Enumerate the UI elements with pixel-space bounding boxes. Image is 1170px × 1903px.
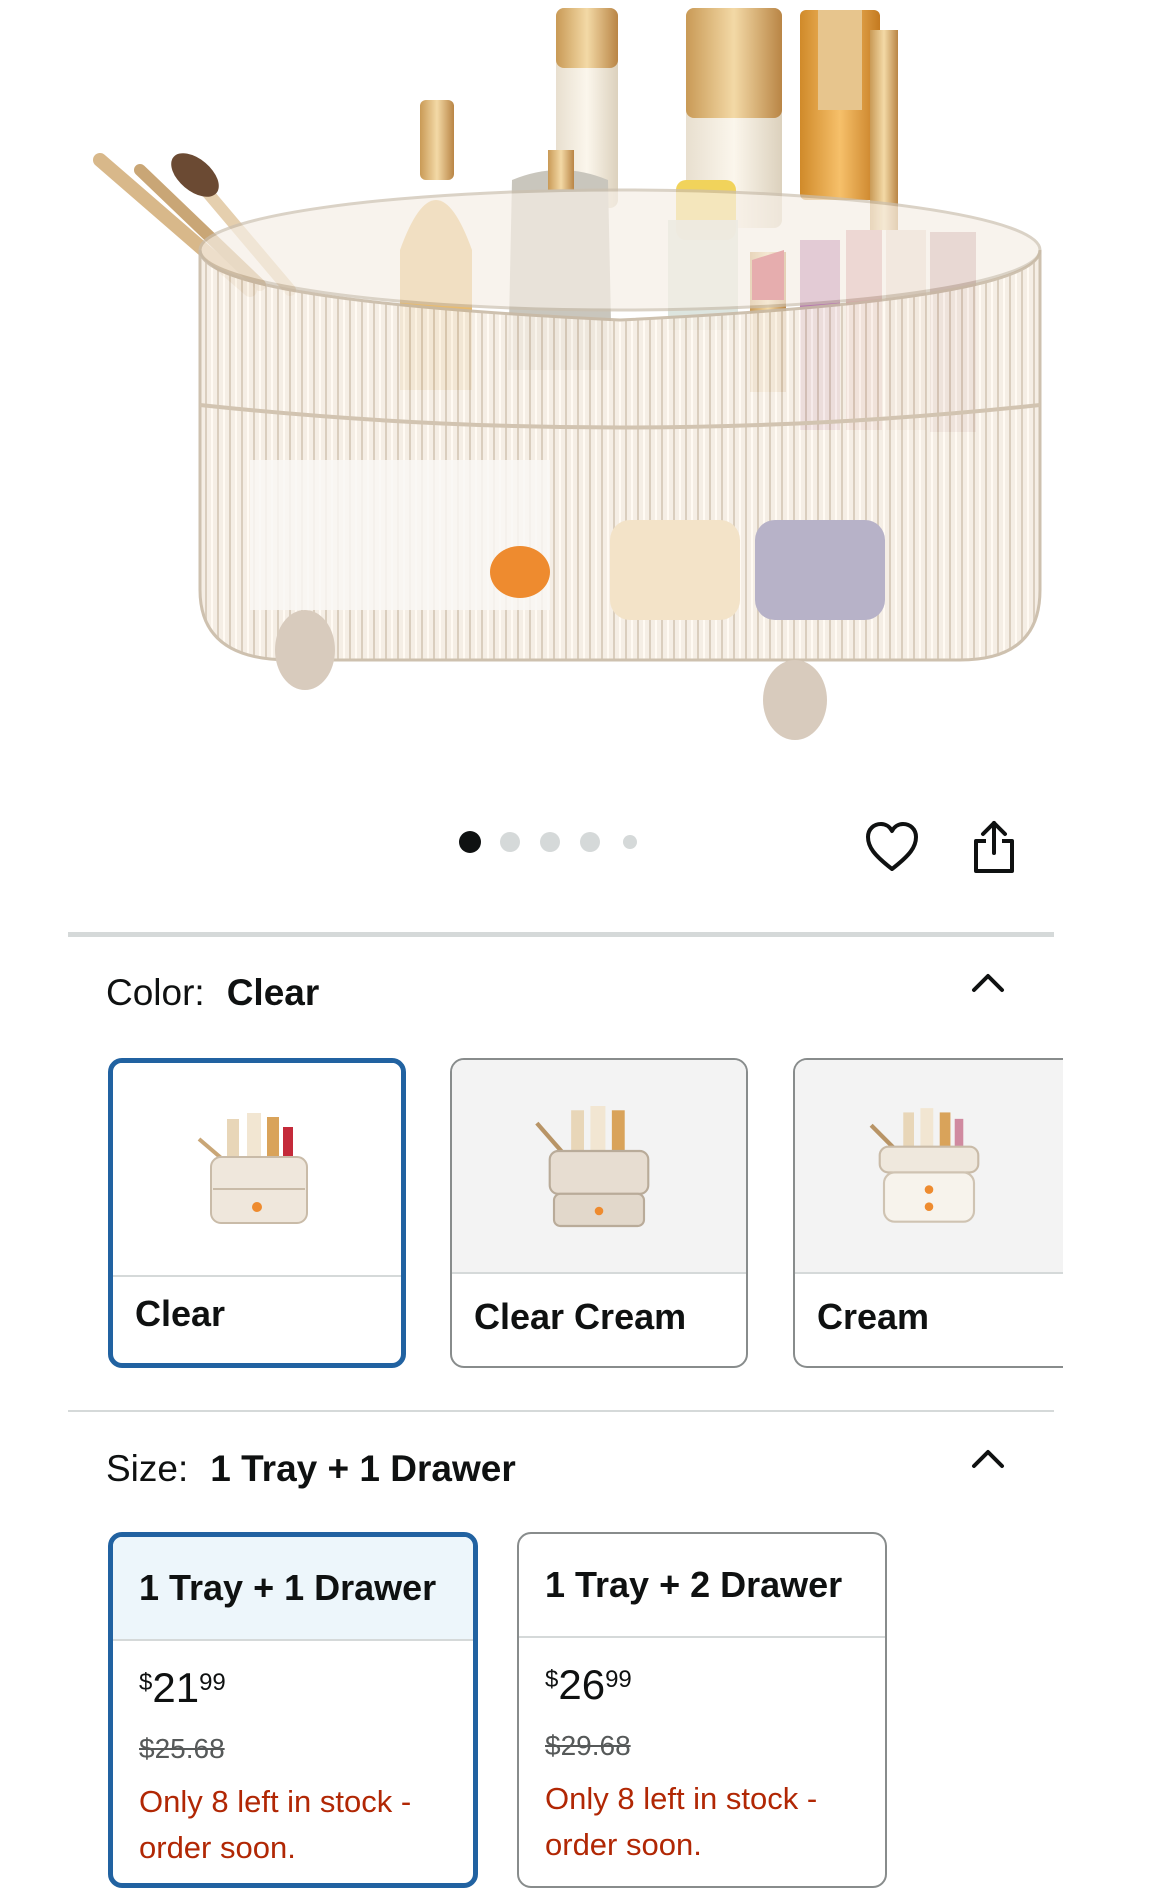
swatch-thumbnail bbox=[795, 1060, 1063, 1274]
share-button[interactable] bbox=[962, 815, 1026, 879]
carousel-dot[interactable] bbox=[540, 832, 560, 852]
size-option-label: 1 Tray + 1 Drawer bbox=[113, 1537, 473, 1641]
carousel-dot-active[interactable] bbox=[459, 831, 481, 853]
wishlist-button[interactable] bbox=[860, 815, 924, 879]
carousel-dot[interactable] bbox=[580, 832, 600, 852]
price: $ 21 99 bbox=[139, 1665, 226, 1711]
price-symbol: $ bbox=[139, 1669, 153, 1696]
color-selector-label: Color: Clear bbox=[106, 972, 319, 1014]
price-whole: 21 bbox=[152, 1664, 200, 1711]
color-selected-value: Clear bbox=[226, 972, 320, 1013]
list-price: $29.68 bbox=[545, 1730, 631, 1761]
swatch-thumbnail bbox=[113, 1063, 401, 1277]
size-selected-value: 1 Tray + 1 Drawer bbox=[210, 1448, 516, 1489]
size-option-label: 1 Tray + 2 Drawer bbox=[519, 1534, 885, 1638]
heart-outline-icon bbox=[866, 822, 918, 871]
price: $ 26 99 bbox=[545, 1662, 632, 1708]
color-option-label: Clear bbox=[135, 1293, 226, 1334]
size-selector-label: Size: 1 Tray + 1 Drawer bbox=[106, 1448, 516, 1490]
color-option-clear-cream[interactable]: Clear Cream bbox=[450, 1058, 748, 1368]
list-price: $25.68 bbox=[139, 1733, 225, 1764]
chevron-up-icon[interactable] bbox=[968, 966, 1008, 996]
color-option-cream[interactable]: Cream bbox=[793, 1058, 1063, 1368]
section-divider bbox=[68, 1410, 1054, 1412]
price-fraction: 99 bbox=[199, 1669, 226, 1696]
color-option-label: Cream bbox=[817, 1296, 930, 1337]
price-whole: 26 bbox=[558, 1661, 606, 1708]
size-option-1-tray-2-drawer[interactable]: 1 Tray + 2 Drawer $ 26 99 $29.68 Only 8 … bbox=[517, 1532, 887, 1888]
size-option-1-tray-1-drawer[interactable]: 1 Tray + 1 Drawer $ 21 99 $25.68 Only 8 … bbox=[108, 1532, 478, 1888]
carousel-dot[interactable] bbox=[623, 835, 637, 849]
section-divider bbox=[68, 932, 1054, 937]
chevron-up-icon[interactable] bbox=[968, 1442, 1008, 1472]
stock-note: Only 8 left in stock - order soon. bbox=[139, 1784, 412, 1865]
color-label-text: Color: bbox=[106, 972, 205, 1013]
product-image[interactable] bbox=[0, 0, 1170, 760]
color-option-clear[interactable]: Clear bbox=[108, 1058, 406, 1368]
stock-note: Only 8 left in stock - order soon. bbox=[545, 1781, 818, 1862]
carousel-dot[interactable] bbox=[500, 832, 520, 852]
size-label-text: Size: bbox=[106, 1448, 189, 1489]
color-option-label: Clear Cream bbox=[474, 1296, 687, 1337]
swatch-thumbnail bbox=[452, 1060, 746, 1274]
share-icon bbox=[974, 821, 1014, 873]
price-symbol: $ bbox=[545, 1666, 559, 1693]
price-fraction: 99 bbox=[605, 1666, 632, 1693]
